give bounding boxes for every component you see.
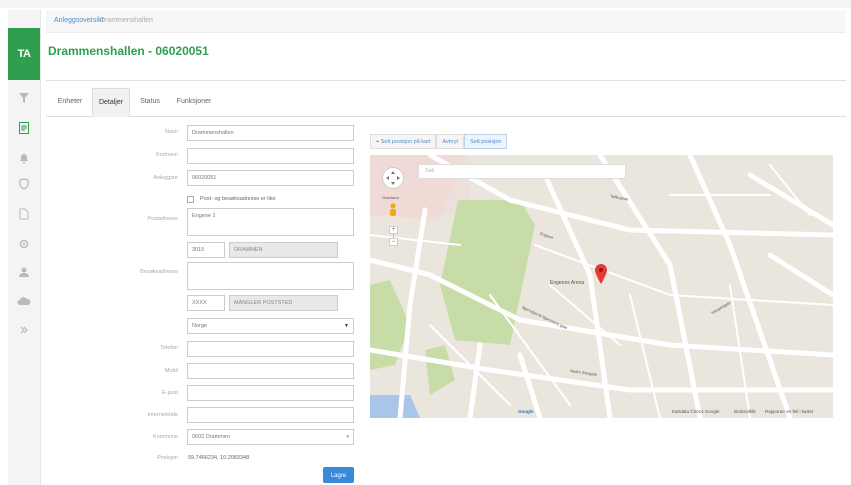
page-title: Drammenshallen - 06020051 xyxy=(48,44,209,58)
land-select[interactable]: Norge ▼ xyxy=(187,318,354,334)
pan-control-icon[interactable] xyxy=(382,167,404,189)
zoom-in-icon[interactable]: + xyxy=(389,226,398,234)
map-data-credit: Kartdata ©2014 Google xyxy=(672,409,720,414)
land-select-value: Norge xyxy=(192,323,207,329)
epost-label: E-post xyxy=(162,390,178,396)
breadcrumb-current: Drammenshallen xyxy=(100,17,153,24)
tab-bar: Enheter Detaljer Status Funksjoner xyxy=(46,88,846,117)
telefon-input[interactable] xyxy=(187,341,354,357)
same-address-checkbox[interactable] xyxy=(187,195,194,203)
zoom-out-icon[interactable]: − xyxy=(389,238,398,246)
navn-input[interactable]: Drammenshallen xyxy=(187,125,354,141)
internettside-input[interactable] xyxy=(187,407,354,423)
epost-input[interactable] xyxy=(187,385,354,401)
list-icon[interactable] xyxy=(16,121,32,135)
select-caret-icon: ▾ xyxy=(346,434,349,440)
same-address-label: Post- og besøksadresse er like xyxy=(200,196,276,202)
tab-funksjoner[interactable]: Funksjoner xyxy=(170,88,218,115)
mobil-label: Mobil xyxy=(164,368,178,374)
save-button[interactable]: Lagre xyxy=(323,467,354,483)
tab-status[interactable]: Status xyxy=(134,88,166,115)
breadcrumb-link[interactable]: Anleggsoversikt xyxy=(54,10,103,32)
shield-icon[interactable] xyxy=(16,177,32,191)
cloud-icon[interactable] xyxy=(16,295,32,309)
breadcrumb-separator: / xyxy=(90,17,92,24)
mobil-input[interactable] xyxy=(187,363,354,379)
map-terms-link[interactable]: Bruksvilkår xyxy=(734,409,756,414)
post-poststed-field: DRAMMEN xyxy=(229,242,338,258)
map-report-link[interactable]: Rapporter en feil i kartet xyxy=(765,409,813,414)
filter-icon[interactable] xyxy=(16,91,32,105)
kortnavn-label: Kortnavn xyxy=(155,152,178,158)
tab-detaljer[interactable]: Detaljer xyxy=(92,88,130,117)
map-marker-icon: ⌖ xyxy=(376,139,380,145)
kommune-select-value: 0602 Drammen xyxy=(192,434,230,440)
post-postnr-input[interactable]: 3015 xyxy=(187,242,225,258)
street-label: Grønland xyxy=(382,195,399,200)
map-canvas xyxy=(370,155,833,418)
map-toolbar: ⌖ Sett posisjon på kart Avbryt Sett posi… xyxy=(370,134,508,149)
select-caret-icon: ▼ xyxy=(344,323,349,329)
telefon-label: Telefon xyxy=(160,345,178,351)
user-icon[interactable] xyxy=(16,265,32,279)
google-logo: Google xyxy=(518,409,534,414)
kortnavn-input[interactable] xyxy=(187,148,354,164)
set-from-map-button[interactable]: ⌖ Sett posisjon på kart xyxy=(370,134,437,149)
app-logo[interactable]: TA xyxy=(8,28,40,80)
besok-poststed-field: MANGLER POSTSTED xyxy=(229,295,338,311)
same-address-row[interactable]: Post- og besøksadresse er like xyxy=(187,194,276,204)
besok-postnr-input[interactable]: XXXX xyxy=(187,295,225,311)
anleggsnr-input[interactable]: 06020051 xyxy=(187,170,354,186)
anleggsnr-label: Anleggsnr xyxy=(153,175,178,181)
posisjon-label: Posisjon xyxy=(157,455,178,461)
gear-icon[interactable] xyxy=(16,237,32,251)
map-view[interactable]: Engenes Arena Grønland Engene Tollbugata… xyxy=(370,155,833,418)
kommune-label: Kommune xyxy=(152,434,178,440)
kommune-select[interactable]: 0602 Drammen ▾ xyxy=(187,429,354,445)
map-search-input[interactable]: Søk xyxy=(418,164,626,179)
map-marker-icon[interactable] xyxy=(595,264,607,284)
posisjon-value: 59.7466234, 10.2083348 xyxy=(188,455,250,461)
postadresse-label: Postadresse xyxy=(147,216,178,222)
besoksadresse-input[interactable] xyxy=(187,262,354,290)
top-bar xyxy=(0,0,851,8)
postadresse-input[interactable]: Engene 1 xyxy=(187,208,354,236)
pegman-icon[interactable] xyxy=(388,203,398,219)
internettside-label: Internettside xyxy=(147,412,178,418)
besoksadresse-label: Besøksadresse xyxy=(140,269,178,275)
expand-chevron-icon[interactable] xyxy=(16,323,32,337)
document-icon[interactable] xyxy=(16,207,32,221)
set-position-button[interactable]: Sett posisjon xyxy=(463,134,508,149)
breadcrumb: Anleggsoversikt / Drammenshallen xyxy=(46,10,846,33)
title-divider xyxy=(46,80,846,81)
navn-label: Navn xyxy=(165,129,178,135)
tab-enheter[interactable]: Enheter xyxy=(50,88,90,115)
bell-icon[interactable] xyxy=(16,151,32,165)
set-from-map-label: Sett posisjon på kart xyxy=(380,139,431,145)
map-marker-label: Engenes Arena xyxy=(550,280,585,286)
cancel-button[interactable]: Avbryt xyxy=(436,134,464,149)
